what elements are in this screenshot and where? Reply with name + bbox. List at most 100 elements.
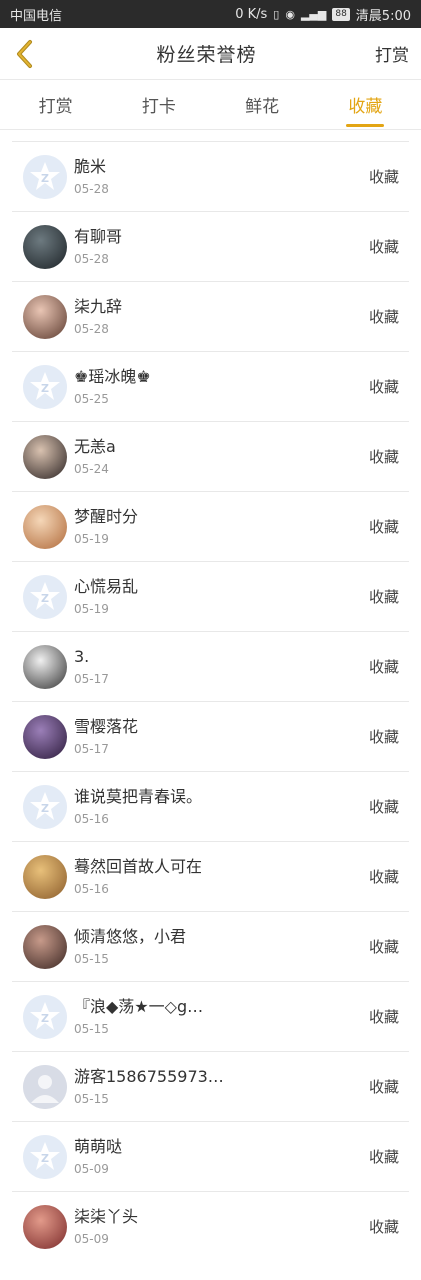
status-bar: 中国电信 0 K/s ▯ ◉ ▂▄▆ 88 清晨5:00 [0, 0, 421, 28]
clock: 清晨5:00 [355, 8, 411, 24]
action-label: 收藏 [368, 1218, 399, 1236]
avatar[interactable] [23, 854, 67, 899]
user-info: ♚瑶冰魄♚ 05-25 [74, 367, 369, 406]
list-item[interactable]: 无恙a 05-24 收藏 [12, 421, 409, 491]
list-item[interactable]: 柒柒丫头 05-09 收藏 [12, 1191, 409, 1261]
avatar[interactable] [23, 1204, 67, 1249]
eye-comfort-icon: ◉ [285, 7, 295, 21]
avatar[interactable] [23, 714, 67, 759]
list-item[interactable]: Z ♚瑶冰魄♚ 05-25 收藏 [12, 351, 409, 421]
user-info: 柒九辞 05-28 [74, 297, 369, 336]
tab-label: 收藏 [348, 97, 383, 117]
action-label: 收藏 [368, 238, 399, 256]
chevron-left-icon [17, 39, 32, 68]
action-label: 收藏 [368, 798, 399, 816]
avatar[interactable]: Z [23, 994, 67, 1039]
avatar[interactable]: Z [23, 154, 67, 199]
tab-bar: 打赏 打卡 鲜花 收藏 [0, 80, 421, 130]
user-info: 3. 05-17 [74, 647, 369, 686]
net-speed: 0 K/s [235, 6, 268, 22]
list-item[interactable]: 3. 05-17 收藏 [12, 631, 409, 701]
battery-icon: 88 [332, 7, 350, 21]
action-label: 收藏 [368, 518, 399, 536]
list-item[interactable]: Z 脆米 05-28 收藏 [12, 141, 409, 211]
date-label: 05-17 [74, 742, 109, 756]
list-item[interactable]: 倾清悠悠，小君 05-15 收藏 [12, 911, 409, 981]
list-item[interactable]: 游客1586755973… 05-15 收藏 [12, 1051, 409, 1121]
avatar[interactable] [23, 504, 67, 549]
date-label: 05-16 [74, 882, 109, 896]
list-item[interactable]: 有聊哥 05-28 收藏 [12, 211, 409, 281]
user-name: 3. [74, 647, 90, 666]
list-item[interactable]: Z 谁说莫把青春误。 05-16 收藏 [12, 771, 409, 841]
avatar[interactable] [23, 294, 67, 339]
date-label: 05-09 [74, 1162, 109, 1176]
tab-reward[interactable]: 打赏 [11, 80, 101, 129]
list-item[interactable]: Z 『浪◆荡★一◇g… 05-15 收藏 [12, 981, 409, 1051]
tab-label: 鲜花 [245, 97, 280, 117]
date-label: 05-28 [74, 182, 109, 196]
svg-text:Z: Z [41, 172, 49, 185]
avatar[interactable] [23, 1064, 67, 1109]
user-name: 心慌易乱 [74, 577, 139, 596]
avatar[interactable] [23, 224, 67, 269]
action-label: 收藏 [368, 728, 399, 746]
list-item[interactable]: Z 萌萌哒 05-09 收藏 [12, 1121, 409, 1191]
user-name: 『浪◆荡★一◇g… [74, 997, 204, 1016]
signal-icon: ▂▄▆ [300, 7, 327, 21]
guest-avatar-icon [23, 1064, 67, 1109]
back-button[interactable] [12, 39, 38, 69]
nav-bar: 粉丝荣誉榜 打赏 [0, 28, 421, 80]
avatar[interactable]: Z [23, 364, 67, 409]
list-item[interactable]: 蓦然回首故人可在 05-16 收藏 [12, 841, 409, 911]
tab-favorites[interactable]: 收藏 [320, 80, 410, 129]
avatar[interactable] [23, 434, 67, 479]
user-name: 倾清悠悠，小君 [74, 927, 187, 946]
action-label: 收藏 [368, 168, 399, 186]
user-name: 有聊哥 [74, 227, 123, 246]
list-item[interactable]: 雪樱落花 05-17 收藏 [12, 701, 409, 771]
user-name: 无恙a [74, 437, 116, 456]
page-title: 粉丝荣誉榜 [156, 44, 257, 66]
avatar[interactable]: Z [23, 574, 67, 619]
user-name: 柒柒丫头 [74, 1207, 139, 1226]
tab-checkin[interactable]: 打卡 [114, 80, 204, 129]
action-label: 收藏 [368, 658, 399, 676]
vibrate-icon: ▯ [273, 7, 280, 21]
user-info: 倾清悠悠，小君 05-15 [74, 927, 369, 966]
date-label: 05-19 [74, 532, 109, 546]
action-label: 收藏 [368, 308, 399, 326]
reward-button[interactable]: 打赏 [375, 41, 409, 66]
fan-list: Z 脆米 05-28 收藏 有聊哥 05-28 收藏 柒九辞 05-28 收藏 Z ♚瑶冰魄♚ 05-2… [12, 141, 409, 1261]
list-item[interactable]: 柒九辞 05-28 收藏 [12, 281, 409, 351]
list-item[interactable]: Z 心慌易乱 05-19 收藏 [12, 561, 409, 631]
action-label: 收藏 [368, 588, 399, 606]
svg-text:Z: Z [41, 1152, 49, 1165]
avatar[interactable]: Z [23, 1134, 67, 1179]
tab-flowers[interactable]: 鲜花 [217, 80, 307, 129]
list-item[interactable]: 梦醒时分 05-19 收藏 [12, 491, 409, 561]
user-name: 雪樱落花 [74, 717, 139, 736]
user-name: 萌萌哒 [74, 1137, 123, 1156]
default-avatar-icon: Z [23, 364, 67, 409]
user-name: 蓦然回首故人可在 [74, 857, 203, 876]
user-info: 脆米 05-28 [74, 157, 369, 196]
date-label: 05-28 [74, 322, 109, 336]
default-avatar-icon: Z [23, 154, 67, 199]
date-label: 05-17 [74, 672, 109, 686]
action-label: 收藏 [368, 1078, 399, 1096]
avatar[interactable]: Z [23, 784, 67, 829]
user-info: 无恙a 05-24 [74, 437, 369, 476]
date-label: 05-15 [74, 1022, 109, 1036]
user-info: 蓦然回首故人可在 05-16 [74, 857, 369, 896]
user-name: 柒九辞 [74, 297, 123, 316]
avatar[interactable] [23, 644, 67, 689]
default-avatar-icon: Z [23, 994, 67, 1039]
date-label: 05-24 [74, 462, 109, 476]
action-label: 收藏 [368, 1008, 399, 1026]
avatar[interactable] [23, 924, 67, 969]
user-info: 有聊哥 05-28 [74, 227, 369, 266]
date-label: 05-25 [74, 392, 109, 406]
tab-label: 打卡 [141, 97, 176, 117]
action-label: 收藏 [368, 1148, 399, 1166]
